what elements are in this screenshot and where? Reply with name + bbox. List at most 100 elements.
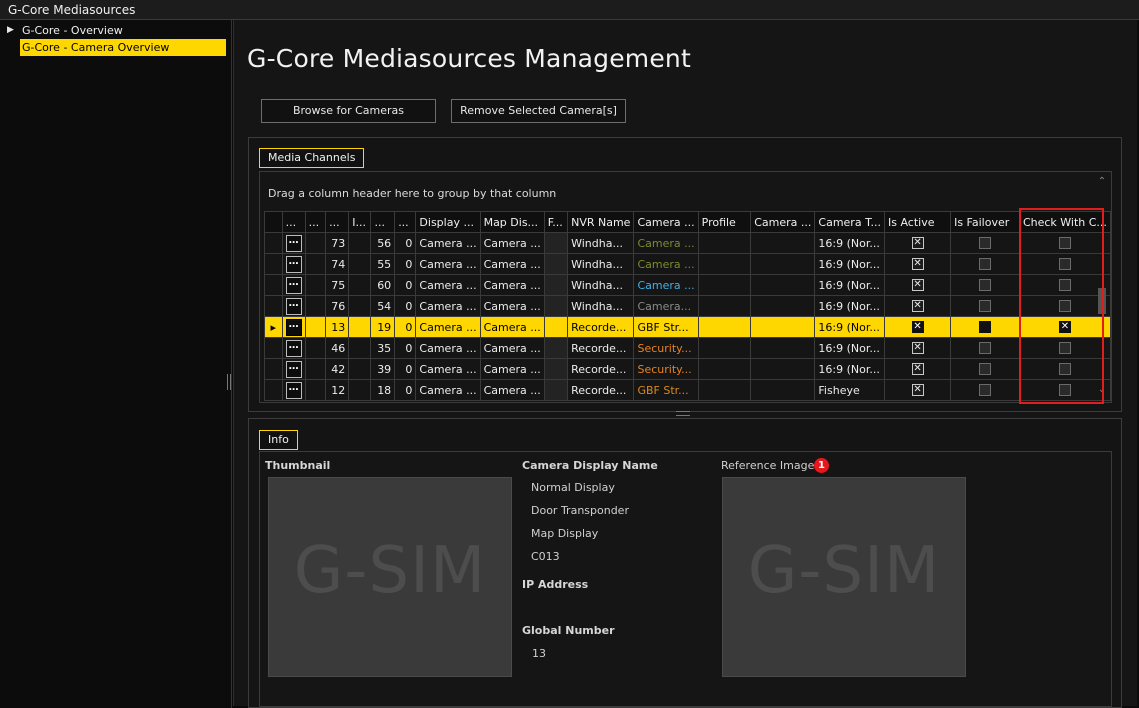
table-row[interactable]: … 74 55 0 Camera ... Camera ... Windha... Camer… bbox=[264, 253, 1112, 275]
table-cell bbox=[543, 379, 569, 401]
table-cell bbox=[697, 379, 752, 401]
unchecked-box-icon[interactable] bbox=[979, 237, 991, 249]
table-row[interactable]: … 46 35 0 Camera ... Camera ... Recorde... Secu… bbox=[264, 337, 1112, 359]
unchecked-box-icon[interactable] bbox=[979, 384, 991, 396]
column-header[interactable]: Camera ... bbox=[750, 211, 816, 233]
checked-box-icon[interactable]: ✕ bbox=[1058, 321, 1071, 333]
row-edit-button[interactable]: … bbox=[281, 274, 306, 296]
unchecked-box-icon[interactable] bbox=[979, 258, 991, 270]
row-edit-button[interactable]: … bbox=[281, 337, 306, 359]
unchecked-box-icon[interactable] bbox=[979, 363, 991, 375]
row-edit-button[interactable]: … bbox=[281, 358, 306, 380]
ellipsis-icon[interactable]: … bbox=[285, 360, 302, 378]
scroll-thumb[interactable] bbox=[1098, 288, 1106, 314]
column-header[interactable]: Is Active bbox=[883, 211, 952, 233]
column-header[interactable]: ... bbox=[281, 211, 306, 233]
row-edit-button[interactable]: … bbox=[281, 232, 306, 254]
grid-scrollbar[interactable]: ⌃ ⌄ bbox=[1096, 176, 1108, 396]
column-header[interactable]: ... bbox=[304, 211, 327, 233]
column-header[interactable]: F... bbox=[543, 211, 569, 233]
is-failover-checkbox[interactable] bbox=[950, 295, 1020, 317]
is-active-checkbox[interactable]: ✕ bbox=[883, 316, 952, 338]
row-edit-button[interactable]: … bbox=[281, 295, 306, 317]
column-header[interactable] bbox=[264, 211, 283, 233]
table-row[interactable]: … 42 39 0 Camera ... Camera ... Recorde... Secu… bbox=[264, 358, 1112, 380]
is-failover-checkbox[interactable] bbox=[950, 316, 1020, 338]
column-header[interactable]: Profile bbox=[697, 211, 752, 233]
table-row[interactable]: … 75 60 0 Camera ... Camera ... Windha... Camer… bbox=[264, 274, 1112, 296]
row-edit-button[interactable]: … bbox=[281, 316, 306, 338]
unchecked-box-icon[interactable] bbox=[979, 279, 991, 291]
table-row[interactable]: ▸… 13 19 0 Camera ... Camera ... Recorde... GBF… bbox=[264, 316, 1112, 338]
row-edit-button[interactable]: … bbox=[281, 379, 306, 401]
table-row[interactable]: … 76 54 0 Camera ... Camera ... Windha... Camer… bbox=[264, 295, 1112, 317]
is-active-checkbox[interactable]: ✕ bbox=[883, 337, 952, 359]
is-failover-checkbox[interactable] bbox=[950, 274, 1020, 296]
is-failover-checkbox[interactable] bbox=[950, 253, 1020, 275]
column-header[interactable]: Is Failover bbox=[950, 211, 1020, 233]
unchecked-box-icon[interactable] bbox=[1058, 342, 1071, 354]
checked-box-icon[interactable]: ✕ bbox=[911, 237, 924, 249]
column-header[interactable]: NVR Name bbox=[567, 211, 635, 233]
unchecked-box-icon[interactable] bbox=[1058, 258, 1071, 270]
unchecked-box-icon[interactable] bbox=[1058, 363, 1071, 375]
unchecked-box-icon[interactable] bbox=[1058, 237, 1071, 249]
table-cell: Camera ... bbox=[415, 316, 481, 338]
ellipsis-icon[interactable]: … bbox=[285, 276, 302, 294]
browse-cameras-button[interactable]: Browse for Cameras bbox=[261, 99, 436, 123]
checked-box-icon[interactable]: ✕ bbox=[911, 300, 924, 312]
unchecked-box-icon[interactable] bbox=[979, 342, 991, 354]
unchecked-box-icon[interactable] bbox=[1058, 384, 1071, 396]
column-header[interactable]: Display ... bbox=[415, 211, 481, 233]
ellipsis-icon[interactable]: … bbox=[285, 297, 302, 315]
checked-box-icon[interactable]: ✕ bbox=[911, 342, 924, 354]
expand-arrow-icon[interactable]: ▶ bbox=[7, 22, 14, 39]
is-failover-checkbox[interactable] bbox=[950, 379, 1020, 401]
unchecked-box-icon[interactable] bbox=[979, 300, 991, 312]
column-header[interactable]: Map Dis... bbox=[479, 211, 545, 233]
is-active-checkbox[interactable]: ✕ bbox=[883, 232, 952, 254]
is-active-checkbox[interactable]: ✕ bbox=[883, 274, 952, 296]
is-active-checkbox[interactable]: ✕ bbox=[883, 379, 952, 401]
column-header[interactable]: Camera ... bbox=[633, 211, 699, 233]
tree-item-overview[interactable]: ▶ G-Core - Overview bbox=[7, 22, 226, 39]
scroll-down-icon[interactable]: ⌄ bbox=[1096, 384, 1108, 396]
ellipsis-icon[interactable]: … bbox=[285, 234, 302, 252]
ellipsis-icon[interactable]: … bbox=[285, 381, 302, 399]
is-active-checkbox[interactable]: ✕ bbox=[883, 358, 952, 380]
checked-box-icon[interactable]: ✕ bbox=[911, 384, 924, 396]
checked-box-icon[interactable]: ✕ bbox=[911, 279, 924, 291]
tab-info[interactable]: Info bbox=[259, 430, 298, 450]
ellipsis-icon[interactable]: … bbox=[285, 339, 302, 357]
main-panel: G-Core Mediasources Management Browse fo… bbox=[233, 20, 1137, 708]
horizontal-splitter[interactable] bbox=[676, 411, 690, 416]
column-header[interactable]: ... bbox=[394, 211, 417, 233]
vertical-splitter[interactable] bbox=[227, 374, 231, 390]
is-failover-checkbox[interactable] bbox=[950, 337, 1020, 359]
checked-box-icon[interactable]: ✕ bbox=[911, 363, 924, 375]
checked-box-icon[interactable] bbox=[979, 321, 991, 333]
is-active-checkbox[interactable]: ✕ bbox=[883, 295, 952, 317]
column-header[interactable]: I... bbox=[348, 211, 372, 233]
table-row[interactable]: … 73 56 0 Camera ... Camera ... Windha... Camer… bbox=[264, 232, 1112, 254]
table-cell bbox=[348, 274, 372, 296]
is-failover-checkbox[interactable] bbox=[950, 232, 1020, 254]
checked-box-icon[interactable]: ✕ bbox=[911, 321, 924, 333]
checked-box-icon[interactable]: ✕ bbox=[911, 258, 924, 270]
ellipsis-icon[interactable]: … bbox=[285, 255, 302, 273]
scroll-up-icon[interactable]: ⌃ bbox=[1096, 176, 1108, 188]
unchecked-box-icon[interactable] bbox=[1058, 279, 1071, 291]
table-row[interactable]: … 12 18 0 Camera ... Camera ... Recorde... GBF … bbox=[264, 379, 1112, 401]
row-edit-button[interactable]: … bbox=[281, 253, 306, 275]
column-header[interactable]: Camera T... bbox=[814, 211, 885, 233]
is-active-checkbox[interactable]: ✕ bbox=[883, 253, 952, 275]
table-cell bbox=[750, 253, 816, 275]
unchecked-box-icon[interactable] bbox=[1058, 300, 1071, 312]
column-header[interactable]: ... bbox=[325, 211, 350, 233]
column-header[interactable]: ... bbox=[370, 211, 396, 233]
tab-media-channels[interactable]: Media Channels bbox=[259, 148, 365, 168]
ellipsis-icon[interactable]: … bbox=[285, 318, 302, 336]
is-failover-checkbox[interactable] bbox=[950, 358, 1020, 380]
remove-cameras-button[interactable]: Remove Selected Camera[s] bbox=[451, 99, 626, 123]
tree-item-camera-overview[interactable]: G-Core - Camera Overview bbox=[20, 39, 226, 56]
